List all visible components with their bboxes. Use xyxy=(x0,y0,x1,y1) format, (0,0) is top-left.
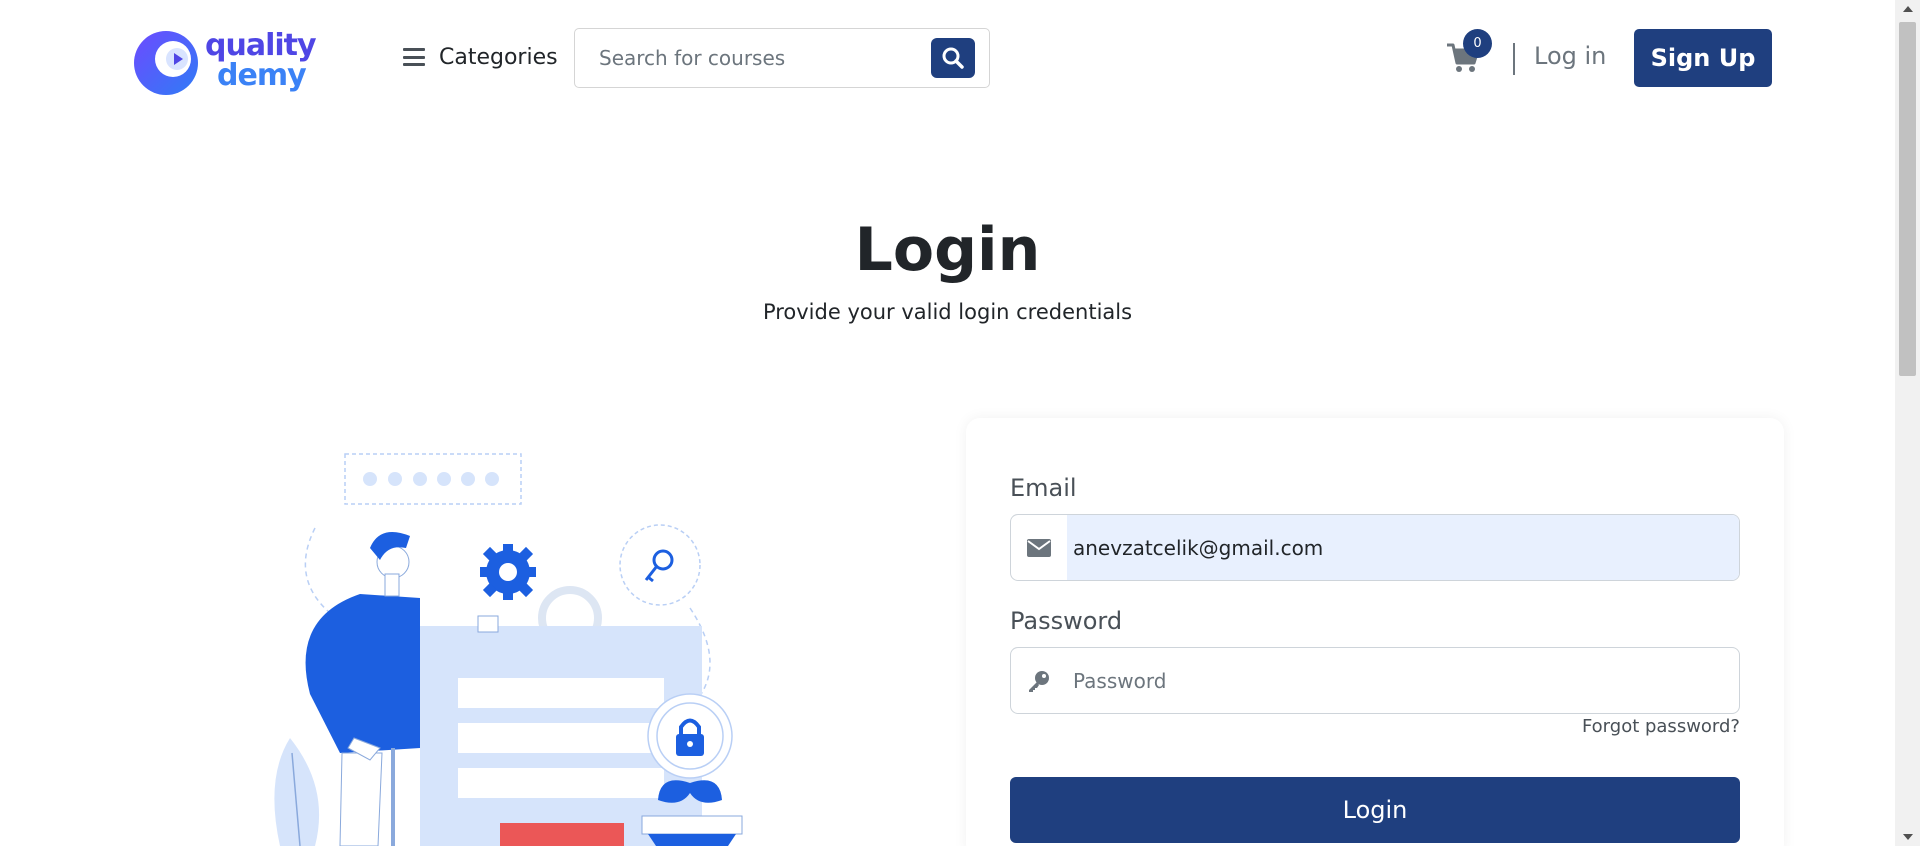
login-link[interactable]: Log in xyxy=(1534,42,1606,70)
password-label: Password xyxy=(1010,607,1123,635)
email-input[interactable] xyxy=(1067,515,1739,580)
categories-menu[interactable]: Categories xyxy=(403,40,558,74)
scroll-down-arrow-icon[interactable] xyxy=(1895,828,1920,846)
categories-label: Categories xyxy=(439,44,558,70)
password-field-wrapper xyxy=(1010,647,1740,714)
logo-wordmark: quality demy xyxy=(205,31,317,93)
logo-line-2: demy xyxy=(217,58,307,93)
page-scrollbar[interactable] xyxy=(1895,0,1920,846)
search-bar xyxy=(574,28,990,88)
cart-count-badge: 0 xyxy=(1463,29,1492,58)
password-input[interactable] xyxy=(1067,648,1739,713)
signup-button[interactable]: Sign Up xyxy=(1634,29,1772,87)
envelope-icon xyxy=(1011,515,1067,580)
search-input[interactable] xyxy=(575,29,931,87)
hamburger-icon xyxy=(403,48,425,66)
header-divider xyxy=(1513,43,1515,75)
site-logo[interactable]: quality demy xyxy=(133,27,323,99)
login-illustration xyxy=(274,453,743,846)
page-subtitle: Provide your valid login credentials xyxy=(762,300,1133,324)
scroll-up-arrow-icon[interactable] xyxy=(1895,0,1920,18)
login-submit-button[interactable]: Login xyxy=(1010,777,1740,843)
logo-mark-icon xyxy=(134,31,198,95)
forgot-password-link[interactable]: Forgot password? xyxy=(1550,716,1740,737)
search-icon xyxy=(942,47,964,69)
key-icon xyxy=(1011,648,1067,713)
page-title: Login xyxy=(854,215,1041,285)
email-field-wrapper xyxy=(1010,514,1740,581)
scrollbar-thumb[interactable] xyxy=(1899,22,1916,376)
email-label: Email xyxy=(1010,474,1077,502)
search-button[interactable] xyxy=(931,38,975,78)
